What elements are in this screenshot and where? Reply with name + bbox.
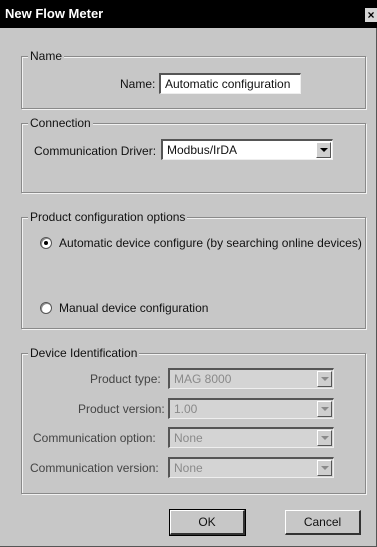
- chevron-down-icon[interactable]: [317, 430, 332, 446]
- name-group-legend: Name: [28, 49, 65, 64]
- product-config-group: Product configuration options Automatic …: [21, 210, 366, 329]
- close-icon[interactable]: ×: [365, 8, 377, 22]
- dialog-title: New Flow Meter: [5, 6, 104, 21]
- chevron-down-icon[interactable]: [317, 371, 332, 387]
- product-version-select[interactable]: 1.00: [168, 398, 334, 419]
- cancel-button[interactable]: Cancel: [285, 510, 361, 535]
- connection-group-legend: Connection: [28, 116, 93, 131]
- name-group: Name Name: Automatic configuration: [21, 49, 366, 109]
- communication-option-label: Communication option:: [33, 431, 156, 445]
- product-config-legend: Product configuration options: [28, 210, 188, 225]
- product-type-label: Product type:: [90, 372, 161, 386]
- name-input[interactable]: Automatic configuration: [159, 73, 301, 94]
- communication-driver-label: Communication Driver:: [34, 144, 157, 158]
- communication-version-label: Communication version:: [30, 461, 159, 475]
- communication-driver-value: Modbus/IrDA: [167, 143, 238, 157]
- communication-version-select[interactable]: None: [168, 457, 334, 478]
- product-type-select[interactable]: MAG 8000: [168, 368, 334, 389]
- communication-option-select[interactable]: None: [168, 427, 334, 448]
- connection-group: Connection Communication Driver: Modbus/…: [21, 116, 366, 193]
- manual-config-radio[interactable]: [40, 302, 52, 314]
- product-type-value: MAG 8000: [174, 372, 232, 386]
- chevron-down-icon[interactable]: [317, 460, 332, 476]
- new-flow-meter-dialog: New Flow Meter × Name Name: Automatic co…: [0, 0, 377, 547]
- communication-option-value: None: [174, 431, 203, 445]
- device-identification-legend: Device Identification: [28, 346, 140, 361]
- title-bar[interactable]: New Flow Meter ×: [0, 0, 377, 28]
- manual-config-label[interactable]: Manual device configuration: [59, 301, 208, 315]
- communication-version-value: None: [174, 461, 203, 475]
- product-version-value: 1.00: [174, 402, 198, 416]
- device-identification-group: Device Identification Product type: MAG …: [21, 346, 366, 494]
- product-version-label: Product version:: [78, 402, 165, 416]
- ok-button[interactable]: OK: [169, 509, 246, 536]
- automatic-config-label[interactable]: Automatic device configure (by searching…: [59, 236, 362, 250]
- communication-driver-select[interactable]: Modbus/IrDA: [161, 139, 333, 160]
- automatic-config-radio[interactable]: [40, 237, 52, 249]
- chevron-down-icon[interactable]: [317, 401, 332, 417]
- name-label: Name:: [120, 77, 156, 91]
- chevron-down-icon[interactable]: [316, 142, 331, 158]
